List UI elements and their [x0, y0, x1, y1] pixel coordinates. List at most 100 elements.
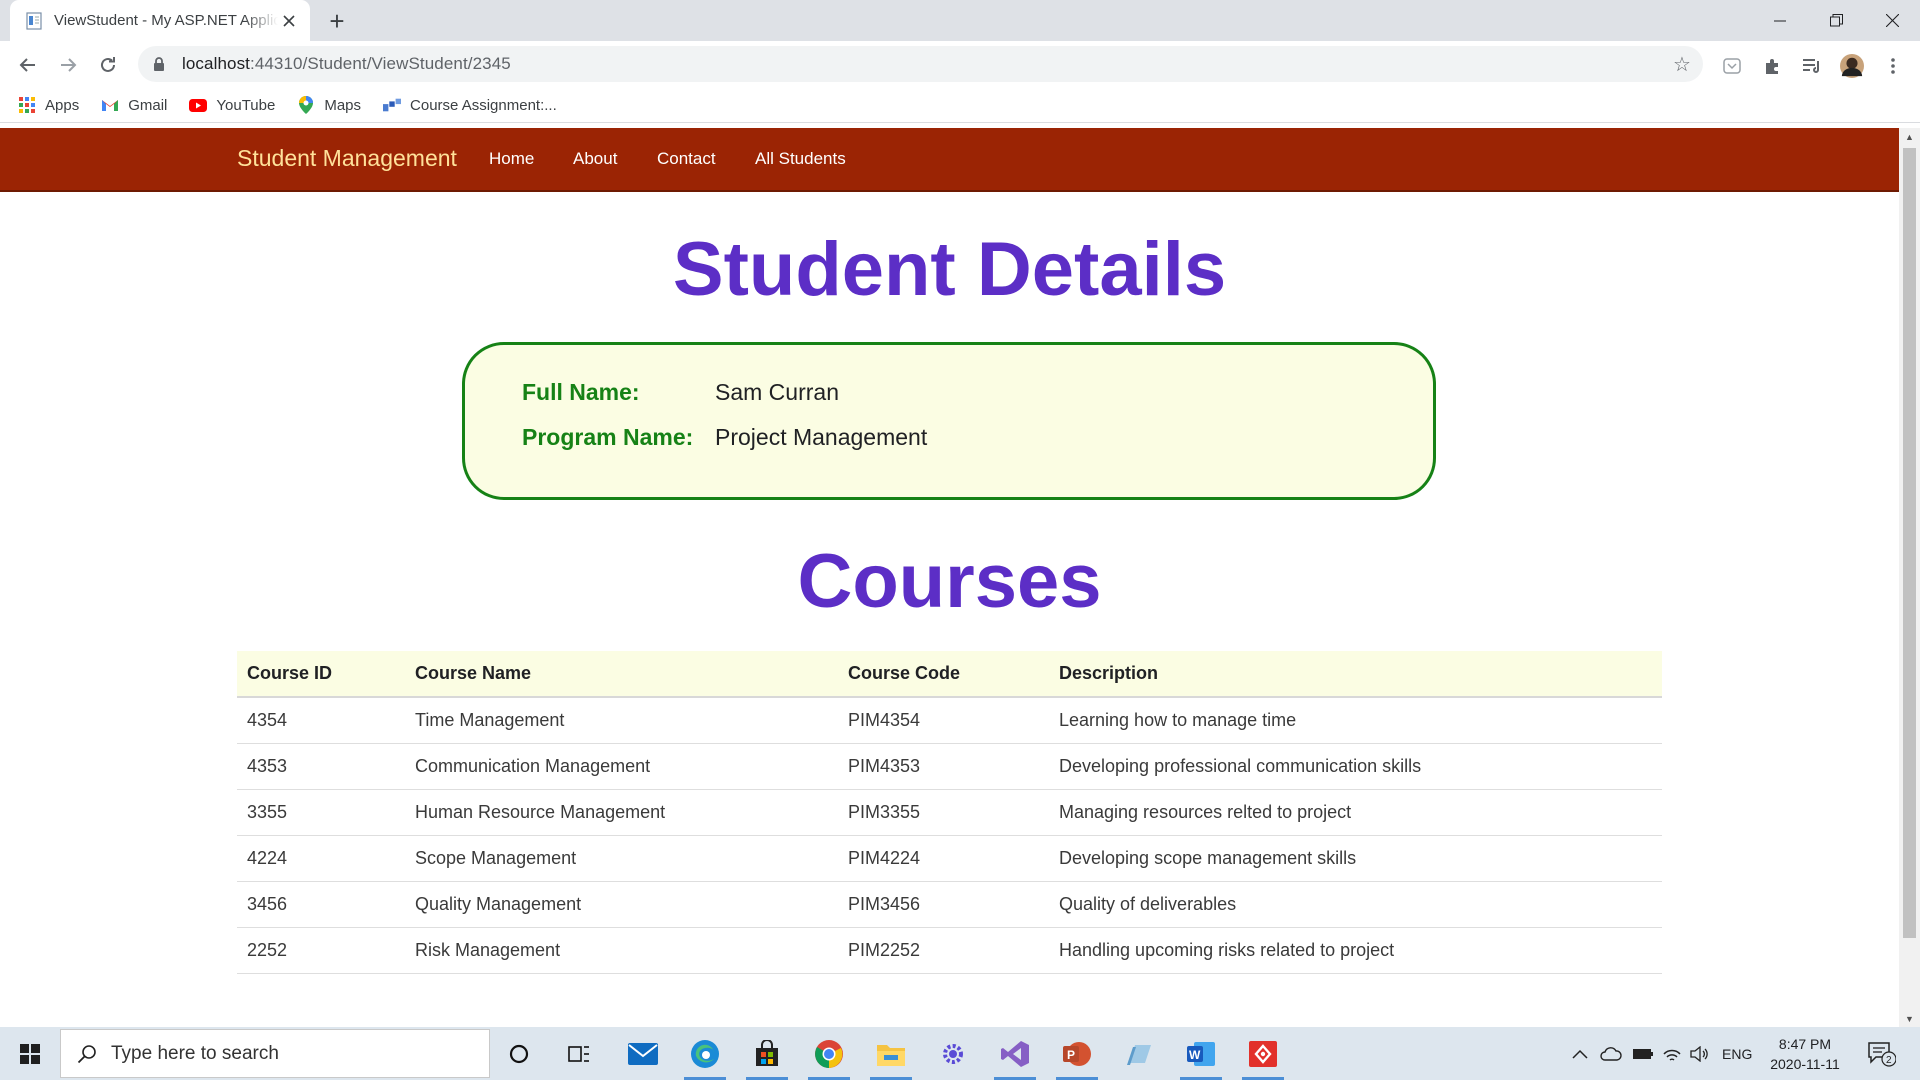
restore-icon[interactable] — [1808, 0, 1864, 41]
tab-strip: ViewStudent - My ASP.NET Application + — [0, 0, 1920, 41]
brand-link[interactable]: Student Management — [237, 145, 457, 172]
program-name-value: Project Management — [715, 424, 928, 450]
extensions-puzzle-icon[interactable] — [1760, 54, 1784, 78]
new-tab-button[interactable]: + — [324, 8, 350, 34]
svg-text:W: W — [1189, 1048, 1201, 1062]
nav-all-students-link[interactable]: All Students — [755, 149, 846, 169]
pocket-extension-icon[interactable] — [1720, 54, 1744, 78]
bookmark-label: Apps — [45, 96, 80, 114]
onedrive-cloud-icon[interactable] — [1600, 1027, 1622, 1080]
taskbar-clock[interactable]: 8:47 PM 2020-11-11 — [1760, 1034, 1850, 1074]
bookmark-youtube[interactable]: YouTube — [189, 96, 275, 114]
page-scrollbar[interactable]: ▲ ▼ — [1899, 128, 1920, 1027]
wifi-icon[interactable] — [1662, 1027, 1682, 1080]
tab-close-icon[interactable] — [278, 10, 300, 32]
edge-browser-icon[interactable] — [676, 1027, 734, 1080]
back-arrow-icon[interactable] — [12, 49, 44, 81]
notepad-app-icon[interactable] — [1110, 1027, 1168, 1080]
notification-count: 2 — [1886, 1055, 1892, 1066]
browser-tab[interactable]: ViewStudent - My ASP.NET Application — [10, 0, 310, 41]
course-code-cell: PIM3456 — [838, 881, 1049, 928]
notification-center-icon[interactable]: 2 — [1868, 1027, 1896, 1080]
table-row: 4224 Scope Management PIM4224 Developing… — [237, 835, 1662, 882]
profile-avatar[interactable] — [1840, 54, 1864, 78]
lock-icon[interactable] — [150, 55, 168, 73]
student-details-card: Full Name: Sam Curran Program Name: Proj… — [462, 342, 1436, 500]
course-id-cell: 4354 — [237, 697, 405, 744]
git-app-icon[interactable] — [1234, 1027, 1292, 1080]
course-name-cell: Scope Management — [405, 835, 838, 882]
column-header-course-name: Course Name — [405, 651, 838, 698]
course-description-cell: Learning how to manage time — [1049, 697, 1662, 744]
bookmark-label: Gmail — [128, 96, 168, 114]
course-code-cell: PIM4353 — [838, 743, 1049, 790]
show-hidden-icons-chevron-icon[interactable] — [1572, 1027, 1588, 1080]
bookmark-label: YouTube — [216, 96, 276, 114]
bookmark-apps[interactable]: Apps — [18, 96, 79, 114]
course-id-cell: 3355 — [237, 789, 405, 836]
table-row: 4353 Communication Management PIM4353 De… — [237, 743, 1662, 790]
full-name-value: Sam Curran — [715, 379, 839, 405]
bookmark-label: Maps — [324, 96, 362, 114]
course-id-cell: 3456 — [237, 881, 405, 928]
nav-contact-link[interactable]: Contact — [657, 149, 716, 169]
youtube-icon — [189, 96, 208, 114]
address-bar[interactable]: localhost:44310/Student/ViewStudent/2345… — [138, 46, 1703, 82]
windows-taskbar: Type here to search P W ENG 8:47 PM 2020… — [0, 1027, 1920, 1080]
column-header-course-code: Course Code — [838, 651, 1049, 698]
chrome-divider — [0, 122, 1920, 123]
nav-about-link[interactable]: About — [573, 149, 617, 169]
search-icon — [77, 1044, 96, 1063]
column-header-description: Description — [1049, 651, 1662, 698]
browser-menu-icon[interactable] — [1881, 54, 1905, 78]
scroll-up-arrow-icon[interactable]: ▲ — [1899, 128, 1920, 145]
page-favicon-icon — [24, 11, 44, 31]
forward-arrow-icon[interactable] — [52, 49, 84, 81]
browser-toolbar: localhost:44310/Student/ViewStudent/2345… — [0, 41, 1920, 88]
site-navbar: Student Management Home About Contact Al… — [0, 128, 1899, 192]
course-name-cell: Quality Management — [405, 881, 838, 928]
input-language[interactable]: ENG — [1722, 1027, 1752, 1080]
close-window-icon[interactable] — [1864, 0, 1920, 41]
page-viewport: Student Management Home About Contact Al… — [0, 128, 1899, 1027]
cortana-icon[interactable] — [490, 1027, 548, 1080]
table-row: 3456 Quality Management PIM3456 Quality … — [237, 881, 1662, 928]
bookmark-maps[interactable]: Maps — [297, 96, 361, 114]
apps-grid-icon — [18, 96, 36, 114]
nav-home-link[interactable]: Home — [489, 149, 534, 169]
microsoft-store-icon[interactable] — [738, 1027, 796, 1080]
table-row: 4354 Time Management PIM4354 Learning ho… — [237, 697, 1662, 744]
course-name-cell: Risk Management — [405, 927, 838, 974]
media-queue-icon[interactable] — [1800, 54, 1824, 78]
mail-app-icon[interactable] — [614, 1027, 672, 1080]
word-icon[interactable]: W — [1172, 1027, 1230, 1080]
url-text[interactable]: localhost:44310/Student/ViewStudent/2345 — [182, 54, 511, 74]
course-description-cell: Handling upcoming risks related to proje… — [1049, 927, 1662, 974]
minimize-icon[interactable] — [1752, 0, 1808, 41]
course-name-cell: Communication Management — [405, 743, 838, 790]
visual-studio-icon[interactable] — [986, 1027, 1044, 1080]
scroll-down-arrow-icon[interactable]: ▼ — [1899, 1010, 1920, 1027]
svg-text:P: P — [1067, 1048, 1075, 1062]
maps-icon — [297, 96, 315, 114]
bookmarks-bar: Apps Gmail YouTube Maps Course Assignmen… — [0, 88, 1920, 122]
reload-icon[interactable] — [92, 49, 124, 81]
volume-icon[interactable] — [1690, 1027, 1710, 1080]
taskbar-search-box[interactable]: Type here to search — [60, 1029, 490, 1078]
chrome-browser-icon[interactable] — [800, 1027, 858, 1080]
bookmark-gmail[interactable]: Gmail — [101, 96, 167, 114]
settings-gear-app-icon[interactable] — [924, 1027, 982, 1080]
task-view-icon[interactable] — [550, 1027, 608, 1080]
powerpoint-icon[interactable]: P — [1048, 1027, 1106, 1080]
bookmark-star-icon[interactable]: ☆ — [1671, 53, 1693, 76]
full-name-label: Full Name: — [522, 379, 640, 405]
file-explorer-icon[interactable] — [862, 1027, 920, 1080]
table-row: 3355 Human Resource Management PIM3355 M… — [237, 789, 1662, 836]
scrollbar-thumb[interactable] — [1903, 148, 1916, 938]
windows-start-icon[interactable] — [0, 1027, 60, 1080]
bookmark-course-assignment[interactable]: Course Assignment:... — [383, 96, 557, 114]
course-code-cell: PIM4224 — [838, 835, 1049, 882]
url-path: :44310/Student/ViewStudent/2345 — [250, 54, 511, 73]
courses-heading: Courses — [797, 539, 1102, 624]
battery-icon[interactable] — [1632, 1027, 1654, 1080]
